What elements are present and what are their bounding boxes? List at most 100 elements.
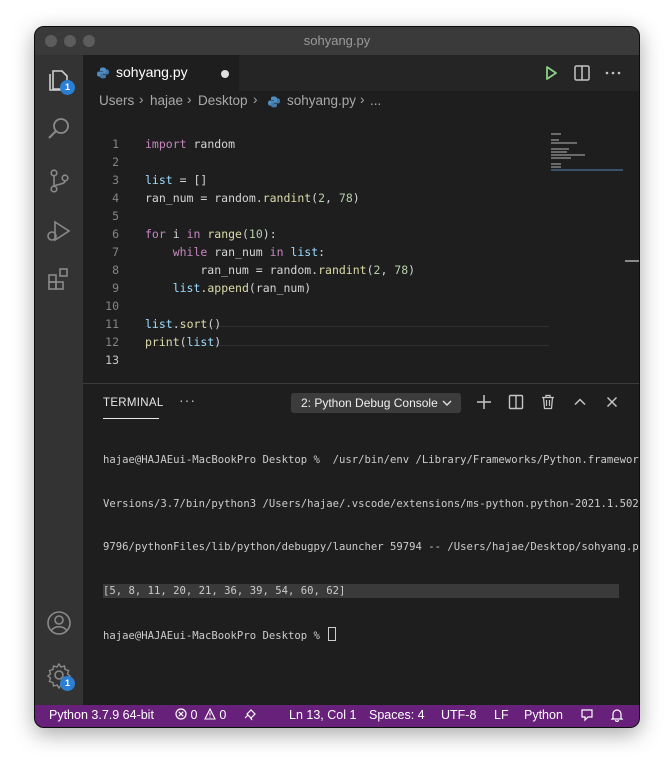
- terminal-line-result: [5, 8, 11, 20, 21, 36, 39, 54, 60, 62]: [103, 583, 619, 598]
- accounts-button[interactable]: [45, 609, 73, 637]
- code-line[interactable]: while ran_num in list:: [145, 245, 325, 259]
- maximize-panel-button[interactable]: [571, 393, 589, 411]
- cursor-position-button[interactable]: Ln 13, Col 1: [289, 708, 356, 722]
- line-number: 10: [105, 299, 119, 313]
- notifications-button[interactable]: [610, 708, 624, 725]
- terminal-prompt-line: hajae@HAJAEui-MacBookPro Desktop %: [103, 627, 623, 644]
- indentation-button[interactable]: Spaces: 4: [369, 708, 425, 722]
- more-actions-icon: [605, 71, 621, 75]
- terminal-output[interactable]: hajae@HAJAEui-MacBookPro Desktop % /usr/…: [103, 424, 640, 673]
- minimap[interactable]: [551, 133, 627, 173]
- code-token: i: [165, 227, 187, 241]
- code-token: ):: [262, 227, 277, 241]
- split-terminal-icon: [508, 394, 524, 410]
- code-token: append: [207, 281, 249, 295]
- code-line[interactable]: ran_num = random.randint(2, 78): [145, 191, 360, 205]
- code-token: ran_num = random.: [145, 263, 319, 277]
- trash-icon: [542, 394, 554, 410]
- bottom-panel: TERMINAL ··· 2: Python Debug Console haj…: [83, 383, 639, 706]
- terminal-cursor: [328, 627, 337, 641]
- code-token: while: [172, 245, 208, 259]
- line-number: 4: [112, 191, 119, 205]
- code-token: range: [207, 227, 242, 241]
- new-terminal-button[interactable]: [475, 393, 493, 411]
- code-line[interactable]: ran_num = random.randint(2, 78): [145, 263, 415, 277]
- bell-icon: [610, 709, 624, 723]
- status-bar: Python 3.7.9 64-bit 0 0 Ln 13, Col 1 Spa…: [35, 705, 639, 727]
- terminal-select-value: 2: Python Debug Console: [301, 396, 438, 410]
- code-token: ,: [325, 191, 339, 205]
- terminal-line: hajae@HAJAEui-MacBookPro Desktop % /usr/…: [103, 454, 640, 466]
- scrollbar-cursor-marker: [625, 260, 639, 262]
- feedback-button[interactable]: [580, 708, 594, 725]
- line-number: 12: [105, 335, 119, 349]
- line-number: 11: [105, 317, 119, 331]
- problems-button[interactable]: 0 0: [175, 707, 227, 722]
- code-line[interactable]: list = []: [145, 173, 207, 187]
- breadcrumb-more[interactable]: ...: [370, 93, 381, 108]
- line-number: 5: [112, 209, 119, 223]
- vscode-window: sohyang.py 1 1 sohyang.py Users › hajae …: [34, 26, 640, 728]
- kill-terminal-button[interactable]: [539, 393, 557, 411]
- breadcrumb: Users › hajae › Desktop › sohyang.py › .…: [83, 91, 639, 113]
- code-token: print: [145, 335, 180, 349]
- code-line[interactable]: list.append(ran_num): [145, 281, 312, 295]
- title-bar: sohyang.py: [35, 27, 639, 55]
- code-editor[interactable]: 1 2 3 4 5 6 7 8 9 10 11 12 13 import random list = []…: [83, 113, 639, 383]
- line-number: 13: [105, 353, 119, 367]
- encoding-button[interactable]: UTF-8: [441, 708, 476, 722]
- eol-button[interactable]: LF: [494, 708, 509, 722]
- close-panel-button[interactable]: [603, 393, 621, 411]
- code-token: (ran_num): [248, 281, 312, 295]
- language-mode-button[interactable]: Python: [524, 708, 563, 722]
- code-line[interactable]: for i in range(10):: [145, 227, 277, 241]
- activity-bar: 1 1: [35, 55, 83, 705]
- more-actions-button[interactable]: [603, 63, 623, 83]
- feedback-icon: [244, 709, 256, 721]
- terminal-select[interactable]: 2: Python Debug Console: [291, 393, 461, 413]
- run-and-debug-button[interactable]: [45, 217, 73, 245]
- line-number: 6: [112, 227, 119, 241]
- tab-terminal[interactable]: TERMINAL: [103, 397, 164, 409]
- chevron-right-icon: ›: [187, 92, 192, 107]
- breadcrumb-file[interactable]: sohyang.py: [287, 93, 356, 108]
- code-token: for: [145, 227, 166, 241]
- explorer-button[interactable]: 1: [45, 65, 75, 95]
- run-icon: [546, 66, 557, 80]
- extensions-icon: [48, 268, 68, 290]
- code-token: list: [172, 281, 201, 295]
- unsaved-dot[interactable]: [221, 70, 229, 78]
- code-line[interactable]: list.sort(): [145, 317, 221, 331]
- python-interpreter-button[interactable]: Python 3.7.9 64-bit: [49, 708, 154, 722]
- extensions-button[interactable]: [45, 265, 73, 293]
- breadcrumb-users[interactable]: Users: [99, 93, 134, 108]
- warning-count: 0: [219, 708, 227, 722]
- panel-more-button[interactable]: ···: [179, 392, 196, 408]
- live-share-button[interactable]: [243, 708, 257, 725]
- code-line[interactable]: import random: [145, 137, 235, 151]
- source-control-button[interactable]: [45, 167, 73, 195]
- manage-button[interactable]: 1: [45, 661, 75, 691]
- run-python-file-button[interactable]: [541, 63, 561, 83]
- split-terminal-button[interactable]: [507, 393, 525, 411]
- code-token: sort: [179, 317, 208, 331]
- line-number: 3: [112, 173, 119, 187]
- terminal-line: Versions/3.7/bin/python3 /Users/hajae/.v…: [103, 497, 640, 510]
- line-number: 7: [112, 245, 119, 259]
- code-token: ran_num: [207, 245, 270, 259]
- code-token: import: [145, 137, 187, 151]
- split-editor-button[interactable]: [572, 63, 592, 83]
- breadcrumb-desktop[interactable]: Desktop: [198, 93, 248, 108]
- source-control-icon: [50, 169, 69, 193]
- line-number: 2: [112, 155, 119, 169]
- line-number: 9: [112, 281, 119, 295]
- code-token: in: [269, 245, 284, 259]
- breadcrumb-hajae[interactable]: hajae: [150, 93, 183, 108]
- code-token: ,: [380, 263, 395, 277]
- code-line[interactable]: print(list): [145, 335, 221, 349]
- search-button[interactable]: [45, 115, 73, 143]
- code-token: randint: [318, 263, 367, 277]
- code-token: .: [172, 317, 180, 331]
- tab-sohyang-py[interactable]: sohyang.py: [83, 55, 239, 91]
